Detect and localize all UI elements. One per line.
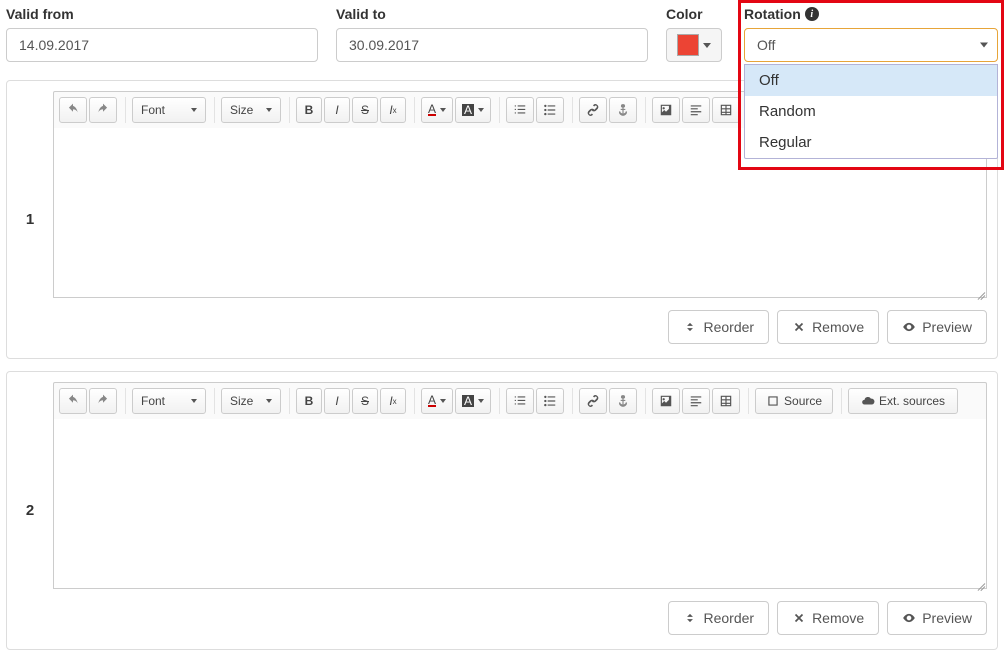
reorder-button[interactable]: Reorder (668, 601, 769, 635)
eye-icon (902, 320, 916, 334)
size-dropdown[interactable]: Size (221, 388, 281, 414)
image-button[interactable] (652, 97, 680, 123)
block-number: 1 (7, 81, 53, 358)
remove-button[interactable]: Remove (777, 310, 879, 344)
resize-handle[interactable] (972, 283, 986, 297)
reorder-icon (683, 320, 697, 334)
link-button[interactable] (579, 97, 607, 123)
valid-from-input[interactable] (6, 28, 318, 62)
reorder-button[interactable]: Reorder (668, 310, 769, 344)
undo-button[interactable] (59, 388, 87, 414)
chevron-down-icon (266, 108, 272, 112)
preview-button[interactable]: Preview (887, 310, 987, 344)
valid-to-label: Valid to (336, 6, 648, 22)
size-dropdown[interactable]: Size (221, 97, 281, 123)
unordered-list-button[interactable] (536, 97, 564, 123)
color-swatch (677, 34, 699, 56)
table-button[interactable] (712, 388, 740, 414)
editor-block: 2 Font Size B I S Ix A A (6, 371, 998, 650)
link-button[interactable] (579, 388, 607, 414)
chevron-down-icon (191, 108, 197, 112)
preview-button[interactable]: Preview (887, 601, 987, 635)
strike-button[interactable]: S (352, 388, 378, 414)
ordered-list-button[interactable] (506, 97, 534, 123)
color-picker-button[interactable] (666, 28, 722, 62)
redo-button[interactable] (89, 388, 117, 414)
editor-toolbar: Font Size B I S Ix A A (53, 382, 987, 419)
color-field: Color (666, 6, 726, 62)
font-dropdown[interactable]: Font (132, 388, 206, 414)
source-button[interactable]: Source (755, 388, 833, 414)
text-color-button[interactable]: A (421, 97, 453, 123)
rotation-field: Rotation i Off Off Random Regular (744, 6, 998, 62)
block-actions: Reorder Remove Preview (53, 589, 987, 639)
top-fields-row: Valid from Valid to Color Rotation i Off… (6, 6, 998, 62)
chevron-down-icon (191, 399, 197, 403)
bold-button[interactable]: B (296, 388, 322, 414)
bg-color-button[interactable]: A (455, 97, 491, 123)
valid-from-label: Valid from (6, 6, 318, 22)
block-actions: Reorder Remove Preview (53, 298, 987, 348)
image-button[interactable] (652, 388, 680, 414)
rotation-option-regular[interactable]: Regular (745, 127, 997, 158)
font-dropdown[interactable]: Font (132, 97, 206, 123)
rotation-dropdown: Off Random Regular (744, 64, 998, 159)
bg-color-button[interactable]: A (455, 388, 491, 414)
reorder-icon (683, 611, 697, 625)
rotation-option-random[interactable]: Random (745, 96, 997, 127)
resize-handle[interactable] (972, 574, 986, 588)
chevron-down-icon (440, 399, 446, 403)
rotation-option-off[interactable]: Off (745, 65, 997, 96)
remove-icon (792, 611, 806, 625)
italic-button[interactable]: I (324, 97, 350, 123)
redo-button[interactable] (89, 97, 117, 123)
source-icon (766, 394, 780, 408)
clear-format-button[interactable]: Ix (380, 97, 406, 123)
strike-button[interactable]: S (352, 97, 378, 123)
chevron-down-icon (703, 43, 711, 48)
clear-format-button[interactable]: Ix (380, 388, 406, 414)
text-color-button[interactable]: A (421, 388, 453, 414)
align-button[interactable] (682, 97, 710, 123)
rotation-label: Rotation i (744, 6, 998, 22)
anchor-button[interactable] (609, 388, 637, 414)
remove-icon (792, 320, 806, 334)
ext-sources-button[interactable]: Ext. sources (848, 388, 958, 414)
chevron-down-icon (478, 399, 484, 403)
rotation-select-value: Off (757, 37, 775, 53)
block-number: 2 (7, 372, 53, 649)
italic-button[interactable]: I (324, 388, 350, 414)
valid-from-field: Valid from (6, 6, 318, 62)
color-label: Color (666, 6, 726, 22)
chevron-down-icon (478, 108, 484, 112)
editor-textarea[interactable] (53, 419, 987, 589)
rotation-select[interactable]: Off (744, 28, 998, 62)
chevron-down-icon (266, 399, 272, 403)
valid-to-input[interactable] (336, 28, 648, 62)
rotation-label-text: Rotation (744, 6, 801, 22)
cloud-icon (861, 394, 875, 408)
info-icon[interactable]: i (805, 7, 819, 21)
remove-button[interactable]: Remove (777, 601, 879, 635)
block-body: Font Size B I S Ix A A (53, 372, 997, 649)
valid-to-field: Valid to (336, 6, 648, 62)
undo-button[interactable] (59, 97, 87, 123)
anchor-button[interactable] (609, 97, 637, 123)
chevron-down-icon (440, 108, 446, 112)
align-button[interactable] (682, 388, 710, 414)
unordered-list-button[interactable] (536, 388, 564, 414)
bold-button[interactable]: B (296, 97, 322, 123)
eye-icon (902, 611, 916, 625)
ordered-list-button[interactable] (506, 388, 534, 414)
table-button[interactable] (712, 97, 740, 123)
